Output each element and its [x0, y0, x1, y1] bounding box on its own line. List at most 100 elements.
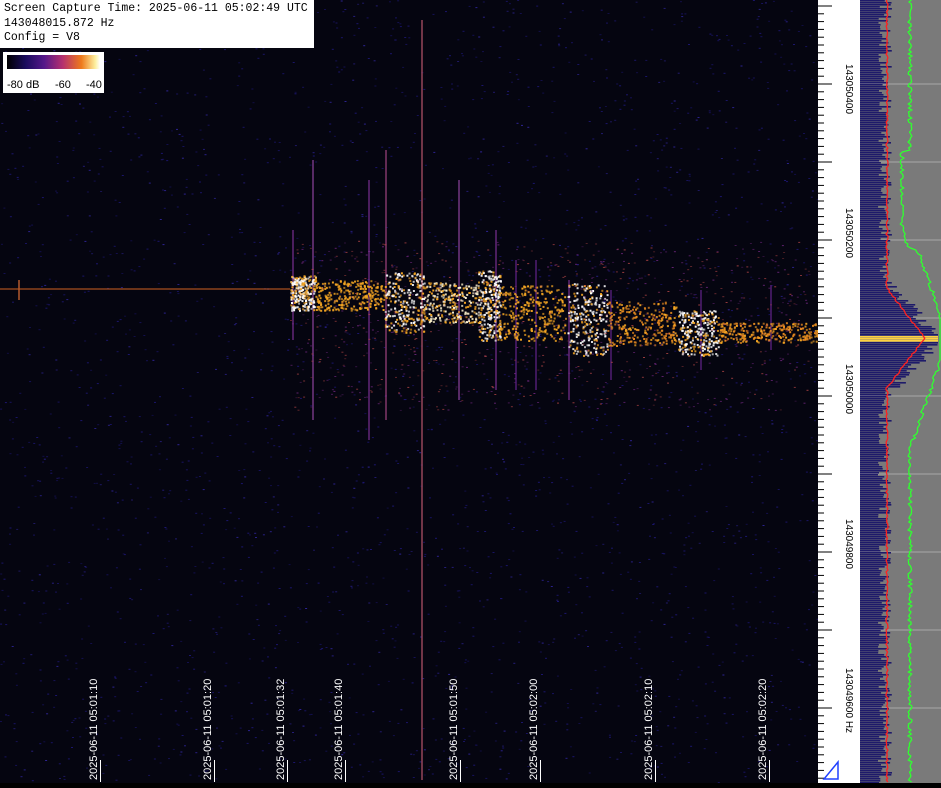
signal-pixel	[508, 294, 510, 296]
noise-speck	[17, 257, 19, 258]
noise-speck	[64, 779, 66, 780]
noise-speck	[634, 637, 636, 638]
signal-pixel	[607, 330, 609, 332]
signal-pixel	[659, 332, 661, 334]
signal-pixel	[572, 305, 574, 307]
signal-pixel	[633, 306, 635, 308]
signal-pixel	[776, 332, 778, 334]
noise-speck	[404, 399, 406, 400]
signal-pixel	[389, 286, 391, 288]
noise-speck	[67, 215, 69, 216]
noise-speck	[16, 529, 18, 530]
noise-speck	[692, 532, 694, 533]
signal-pixel	[412, 311, 414, 313]
noise-speck	[424, 749, 426, 750]
noise-speck	[121, 287, 123, 288]
noise-speck	[643, 408, 645, 409]
noise-speck	[792, 267, 794, 268]
noise-speck	[267, 415, 269, 416]
noise-speck	[130, 759, 132, 760]
signal-pixel	[711, 333, 713, 335]
signal-pixel	[516, 322, 518, 324]
signal-pixel	[531, 328, 533, 330]
signal-pixel	[557, 309, 559, 311]
signal-pixel	[499, 320, 501, 322]
signal-pixel	[713, 336, 715, 338]
noise-speck	[578, 225, 580, 226]
noise-speck	[315, 162, 317, 163]
signal-pixel	[366, 296, 368, 298]
noise-speck	[444, 631, 446, 632]
noise-speck	[55, 360, 57, 361]
noise-speck	[395, 461, 397, 462]
signal-pixel	[601, 308, 603, 310]
signal-pixel	[299, 277, 301, 279]
signal-pixel	[422, 306, 424, 308]
noise-speck	[468, 271, 470, 272]
noise-speck	[295, 92, 297, 93]
signal-pixel	[482, 292, 484, 294]
signal-pixel	[595, 348, 597, 350]
noise-speck	[698, 149, 700, 150]
noise-speck	[713, 580, 715, 581]
noise-speck	[734, 148, 736, 149]
signal-pixel	[557, 314, 559, 316]
noise-speck	[313, 156, 315, 157]
noise-speck	[681, 16, 683, 17]
noise-speck	[558, 45, 560, 46]
noise-speck	[794, 70, 796, 71]
noise-speck	[638, 581, 640, 582]
signal-pixel	[325, 305, 327, 307]
signal-pixel	[441, 316, 443, 318]
signal-pixel	[486, 312, 488, 314]
noise-speck	[56, 370, 58, 371]
signal-pixel	[604, 285, 606, 287]
noise-speck	[184, 194, 186, 195]
signal-pixel	[386, 326, 388, 328]
noise-speck	[274, 553, 276, 554]
noise-speck	[521, 722, 523, 723]
noise-speck	[769, 360, 771, 361]
signal-pixel	[644, 307, 646, 309]
signal-pixel	[372, 292, 374, 294]
signal-pixel	[564, 296, 566, 298]
signal-pixel	[468, 320, 470, 322]
signal-pixel	[663, 342, 665, 344]
noise-speck	[334, 136, 336, 137]
noise-speck	[86, 393, 88, 394]
noise-speck	[724, 73, 726, 74]
noise-speck	[400, 548, 402, 549]
signal-pixel	[626, 316, 628, 318]
signal-pixel	[483, 283, 485, 285]
noise-speck	[0, 721, 2, 722]
noise-speck	[757, 170, 759, 171]
signal-pixel	[396, 331, 398, 333]
signal-pixel	[321, 290, 323, 292]
noise-speck	[109, 117, 111, 118]
noise-speck	[417, 348, 419, 349]
waterfall-display[interactable]	[0, 0, 818, 783]
noise-speck	[433, 14, 435, 15]
noise-speck	[661, 407, 663, 408]
signal-pixel	[513, 318, 515, 320]
noise-speck	[495, 741, 497, 742]
noise-speck	[401, 92, 403, 93]
signal-pixel	[359, 293, 361, 295]
signal-pixel	[478, 312, 480, 314]
noise-speck	[467, 526, 469, 527]
noise-speck	[287, 350, 289, 351]
noise-speck	[357, 585, 359, 586]
noise-speck	[50, 470, 52, 471]
noise-speck	[726, 35, 728, 36]
noise-speck	[309, 714, 311, 715]
noise-speck	[750, 277, 752, 278]
noise-speck	[352, 497, 354, 498]
noise-speck	[16, 417, 18, 418]
signal-pixel	[523, 309, 525, 311]
signal-pixel	[295, 307, 297, 309]
noise-speck	[473, 731, 475, 732]
noise-speck	[361, 107, 363, 108]
signal-pixel	[310, 299, 312, 301]
noise-speck	[666, 603, 668, 604]
signal-pixel	[637, 303, 639, 305]
